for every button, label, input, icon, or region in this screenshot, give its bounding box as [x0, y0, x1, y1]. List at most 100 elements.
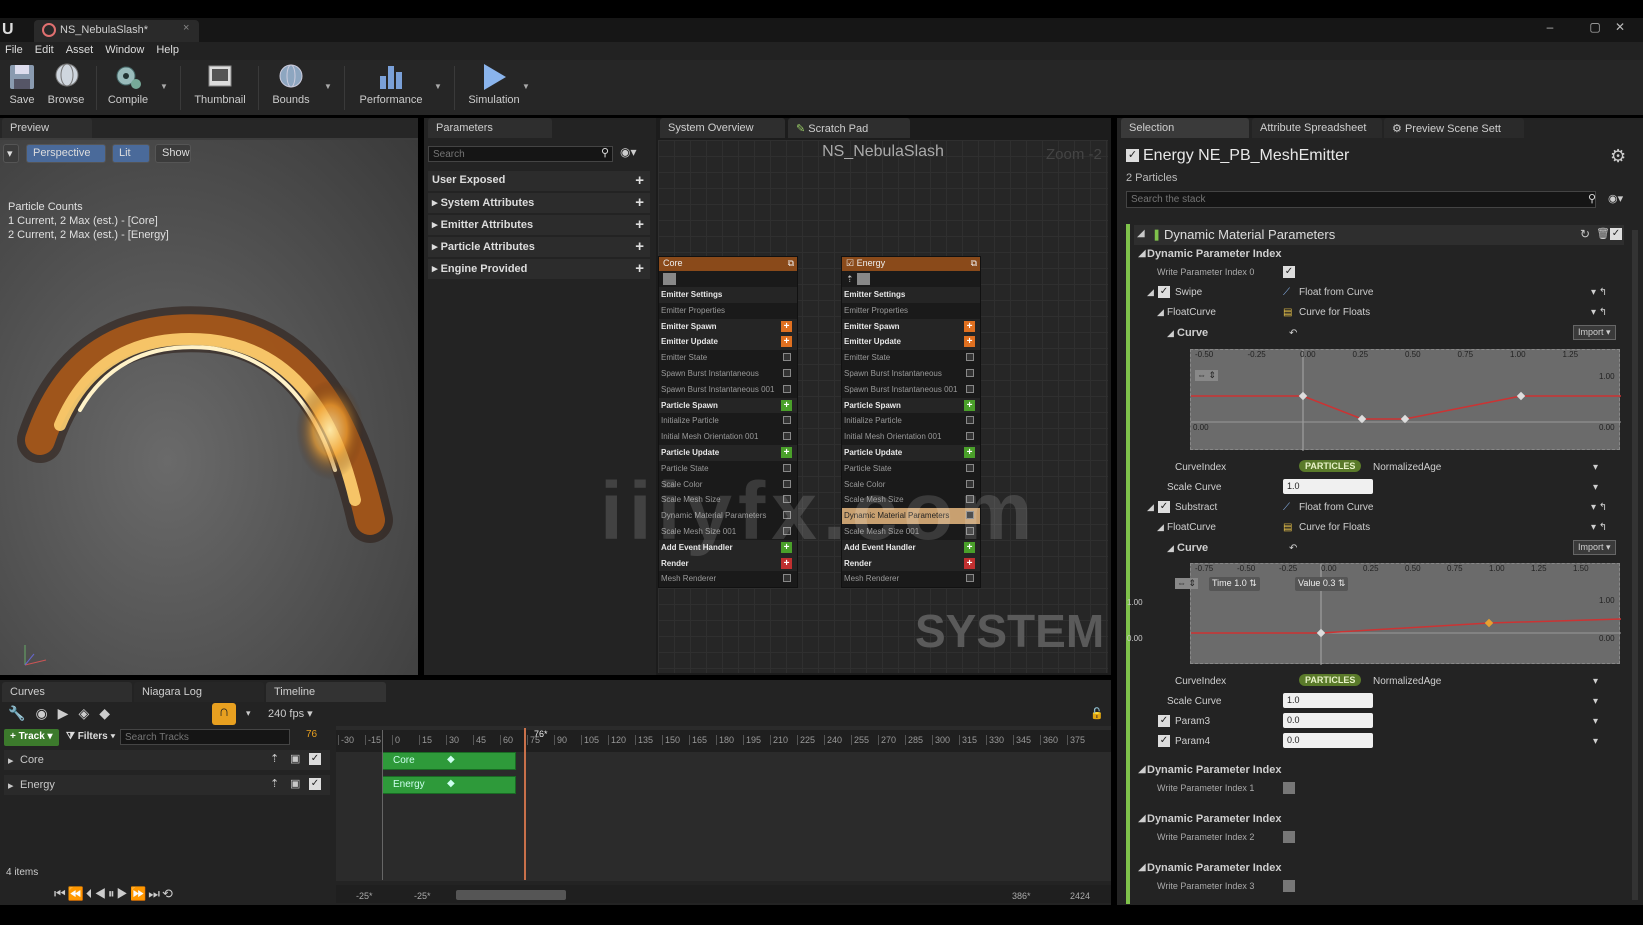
lit-button[interactable]: Lit — [112, 144, 150, 163]
perspective-button[interactable]: Perspective — [26, 144, 106, 163]
curve-editor-icon[interactable]: ↶ — [1289, 543, 1297, 554]
dropdown-icon[interactable]: ▾ ↰ — [1591, 287, 1607, 298]
section-particle-attributes[interactable]: ▸ Particle Attributes + — [428, 237, 650, 257]
add-module-icon[interactable]: + — [964, 446, 975, 458]
pause-icon[interactable]: ⏸ — [108, 886, 117, 901]
maximize-icon[interactable]: ▢ — [1585, 20, 1605, 36]
add-module-icon[interactable]: + — [781, 336, 792, 348]
section-emitter-attributes[interactable]: ▸ Emitter Attributes + — [428, 215, 650, 235]
module-enabled-checkbox[interactable] — [783, 384, 791, 393]
param3-input[interactable]: 0.0 — [1283, 713, 1373, 728]
dynamic-parameter-index-0[interactable]: ◢ Dynamic Parameter Index — [1133, 248, 1623, 268]
node-row[interactable]: Emitter Properties — [659, 303, 797, 319]
node-row[interactable]: Emitter State — [659, 350, 797, 366]
expand-icon[interactable]: ◢ — [1138, 248, 1146, 259]
open-emitter-icon[interactable]: ⧉ — [971, 258, 977, 269]
dropdown-icon[interactable]: ▾ — [1593, 482, 1598, 493]
expand-icon[interactable]: ◢ — [1138, 862, 1146, 873]
param3-checkbox[interactable]: ✓ — [1158, 715, 1170, 727]
eye-filter-icon[interactable]: ◉▾ — [1608, 192, 1623, 205]
keyframe-icon[interactable]: ◆ — [447, 754, 455, 765]
isolate-icon[interactable]: ▣ — [290, 752, 300, 765]
simulation-button[interactable]: Simulation — [466, 62, 522, 106]
expand-icon[interactable]: ▸ — [8, 754, 14, 767]
time-ruler[interactable]: -30 -15 0 15 30 45 60 75 90 105 120 135 150 165 180 195… — [336, 730, 1111, 752]
close-window-icon[interactable]: ✕ — [1610, 20, 1630, 36]
snap-dropdown-icon[interactable]: ▾ — [246, 708, 251, 719]
module-enabled-checkbox[interactable] — [966, 574, 974, 583]
time-field[interactable]: Time 1.0 ⇅ — [1209, 577, 1260, 591]
performance-button[interactable]: Performance — [358, 62, 424, 106]
tab-scratch-pad[interactable]: ✎ Scratch Pad — [788, 118, 910, 138]
add-module-icon[interactable]: + — [964, 320, 975, 332]
viewport-options-dropdown[interactable]: ▾ — [3, 144, 19, 163]
node-row[interactable]: Emitter Spawn + — [842, 318, 980, 335]
menu-window[interactable]: Window — [100, 42, 151, 56]
dynamic-parameter-index-2[interactable]: ◢ Dynamic Parameter Index — [1133, 813, 1623, 833]
param4-input[interactable]: 0.0 — [1283, 733, 1373, 748]
node-row[interactable]: Initialize Particle — [842, 413, 980, 429]
track-energy[interactable]: ▸ Energy ⇡ ▣ ✓ — [4, 775, 330, 795]
add-parameter-icon[interactable]: + — [635, 216, 644, 233]
expand-icon[interactable]: ◢ — [1157, 522, 1164, 533]
module-enabled-checkbox[interactable]: ✓ — [1610, 228, 1622, 240]
node-row[interactable]: Initial Mesh Orientation 001 — [659, 429, 797, 445]
expand-icon[interactable]: ◢ — [1138, 813, 1146, 824]
node-row[interactable]: Spawn Burst Instantaneous — [842, 366, 980, 382]
stack-search-input[interactable] — [1126, 191, 1596, 208]
node-row[interactable]: Emitter Settings — [659, 287, 797, 303]
scale-curve-input[interactable]: 1.0 — [1283, 693, 1373, 708]
node-row[interactable]: Emitter Update + — [659, 334, 797, 351]
add-parameter-icon[interactable]: + — [635, 172, 644, 189]
import-button[interactable]: Import ▾ — [1573, 540, 1616, 555]
tab-preview[interactable]: Preview — [2, 118, 92, 138]
section-system-attributes[interactable]: ▸ System Attributes + — [428, 193, 650, 213]
substract-curve-graph[interactable]: -0.75 -0.50 -0.25 0.00 0.25 0.50 0.75 1.00 1.25 1… — [1127, 563, 1622, 665]
fps-dropdown[interactable]: 240 fps ▾ — [268, 707, 313, 720]
value-field[interactable]: Value 0.3 ⇅ — [1295, 577, 1349, 591]
dropdown-icon[interactable]: ▾ — [1593, 462, 1598, 473]
scrollbar[interactable] — [1632, 230, 1638, 900]
core-section-bar[interactable]: Core ◆ — [382, 752, 516, 770]
add-module-icon[interactable]: + — [781, 557, 792, 569]
play-reverse-icon[interactable]: ◀ — [94, 886, 108, 901]
energy-node-header[interactable]: ☑ Energy ⧉ — [842, 257, 980, 271]
node-row[interactable]: Particle Update + — [842, 444, 980, 461]
node-row[interactable]: Emitter Update + — [842, 334, 980, 351]
node-row[interactable]: Spawn Burst Instantaneous 001 — [842, 382, 980, 398]
curveindex-value[interactable]: NormalizedAge — [1373, 462, 1441, 473]
module-enabled-checkbox[interactable] — [783, 416, 791, 425]
node-row[interactable]: Mesh Renderer — [659, 571, 797, 587]
tab-attribute-spreadsheet[interactable]: Attribute Spreadsheet — [1252, 118, 1382, 138]
module-enabled-checkbox[interactable] — [966, 384, 974, 393]
performance-dropdown-icon[interactable]: ▼ — [434, 82, 442, 91]
snap-icon[interactable]: ◆ — [99, 705, 120, 721]
add-module-icon[interactable]: + — [781, 320, 792, 332]
playhead-line[interactable] — [524, 728, 526, 880]
enable-checkbox-icon[interactable]: ☑ — [846, 258, 854, 268]
dropdown-icon[interactable]: ▾ ↰ — [1591, 522, 1607, 533]
viewport[interactable]: Particle Counts 1 Current, 2 Max (est.) … — [0, 140, 418, 675]
dropdown-icon[interactable]: ▾ — [1593, 676, 1598, 687]
swipe-value[interactable]: Float from Curve — [1299, 287, 1373, 298]
add-parameter-icon[interactable]: + — [635, 194, 644, 211]
dropdown-icon[interactable]: ▾ — [1593, 696, 1598, 707]
write-2-checkbox[interactable] — [1283, 831, 1295, 843]
wrench-icon[interactable]: 🔧 — [8, 705, 35, 721]
eye-visibility-icon[interactable]: ◉▾ — [620, 145, 637, 159]
substract-value[interactable]: Float from Curve — [1299, 502, 1373, 513]
add-module-icon[interactable]: + — [964, 399, 975, 411]
core-node-header[interactable]: Core ⧉ — [659, 257, 797, 271]
open-emitter-icon[interactable]: ⧉ — [788, 258, 794, 269]
tab-curves[interactable]: Curves — [2, 682, 132, 702]
expand-icon[interactable]: ◢ — [1147, 502, 1154, 513]
tab-selection[interactable]: Selection — [1121, 118, 1249, 138]
dropdown-icon[interactable]: ▾ ↰ — [1591, 307, 1607, 318]
track-energy-checkbox[interactable]: ✓ — [309, 778, 321, 790]
expand-icon[interactable]: ▸ — [8, 779, 14, 792]
browse-button[interactable]: Browse — [46, 62, 86, 106]
delete-icon[interactable]: 🗑 — [1596, 227, 1610, 240]
simulation-dropdown-icon[interactable]: ▼ — [522, 82, 530, 91]
energy-section-bar[interactable]: Energy ◆ — [382, 776, 516, 794]
menu-file[interactable]: File — [0, 42, 30, 56]
